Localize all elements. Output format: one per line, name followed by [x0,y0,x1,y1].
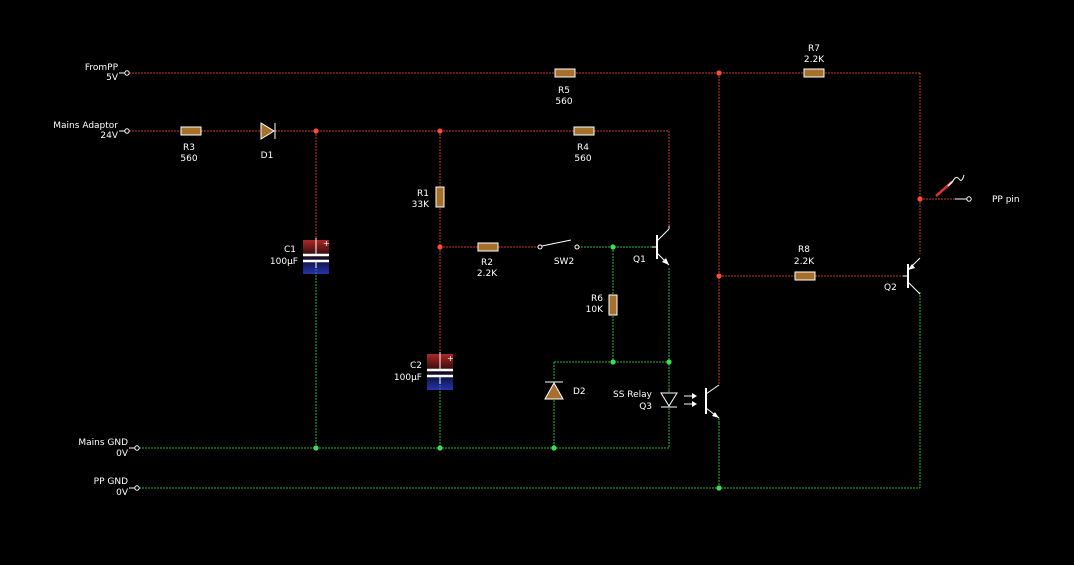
probe-icon [935,174,965,197]
terminal-mains-adaptor-pin[interactable] [124,128,130,134]
terminal-mains-gnd-name: Mains GND [78,438,128,448]
resistor-r8[interactable]: R8 2.2K [794,245,816,281]
resistor-r1-ref: R1 [417,189,429,199]
switch-sw2-ref: SW2 [554,257,574,267]
ss-relay-q3-ref: Q3 [639,402,652,412]
capacitor-c1-ref: C1 [284,245,296,255]
terminal-mains-gnd-voltage: 0V [116,449,129,459]
diode-d1[interactable]: D1 [260,122,276,161]
transistor-q1-ref: Q1 [633,255,646,265]
terminal-from-pp-name: FromPP [85,63,119,73]
diode-d2-ref: D2 [573,387,586,397]
resistor-r1[interactable]: R1 33K [412,186,445,210]
resistor-r3[interactable]: R3 560 [180,126,202,164]
transistor-q1[interactable]: Q1 [633,226,670,266]
switch-sw2[interactable]: SW2 [537,239,580,267]
resistor-r6-ref: R6 [591,294,603,304]
resistor-r2-ref: R2 [481,258,493,268]
resistor-r4[interactable]: R4 560 [573,126,595,164]
resistor-r1-value: 33K [412,200,430,210]
circuit-schematic: FromPP 5V Mains Adaptor 24V Mains GND 0V… [53,44,1020,498]
diode-d2[interactable]: D2 [544,381,586,400]
resistor-r6[interactable]: R6 10K [586,294,618,316]
capacitor-c2-ref: C2 [410,361,422,371]
capacitor-c2-value: 100µF [394,373,422,383]
wires-gnd [139,246,921,489]
resistor-r7-value: 2.2K [804,55,825,65]
resistor-r2-value: 2.2K [477,269,498,279]
resistor-r5-value: 560 [555,97,572,107]
resistor-r4-value: 560 [574,154,591,164]
terminal-pp-pin-pin[interactable] [966,196,972,202]
terminal-mains-gnd: Mains GND 0V [78,438,140,459]
terminal-pp-gnd-pin[interactable] [134,485,140,491]
resistor-r7[interactable]: R7 2.2K [803,44,825,78]
resistor-r4-ref: R4 [577,143,589,153]
terminal-pp-pin: PP pin [955,195,1020,205]
capacitor-c2-plus-icon: + [447,354,454,363]
resistor-r3-ref: R3 [183,143,195,153]
terminal-pp-gnd-voltage: 0V [116,488,129,498]
terminal-from-pp-voltage: 5V [106,73,119,83]
capacitor-c1-value: 100µF [270,257,298,267]
terminal-from-pp: FromPP 5V [85,63,130,83]
resistor-r8-value: 2.2K [794,257,815,267]
terminal-mains-adaptor-name: Mains Adaptor [53,121,118,131]
ss-relay-q3[interactable]: SS Relay Q3 [613,384,720,423]
capacitor-c2[interactable]: + C2 100µF [394,352,454,390]
resistor-r3-value: 560 [180,154,197,164]
terminal-mains-adaptor-voltage: 24V [100,131,118,141]
resistor-r5-ref: R5 [558,86,570,96]
resistor-r6-value: 10K [586,305,604,315]
terminal-from-pp-pin[interactable] [124,70,130,76]
resistor-r2[interactable]: R2 2.2K [477,242,499,279]
resistor-r7-ref: R7 [808,44,820,54]
junctions [313,70,923,491]
resistor-r8-ref: R8 [798,245,810,255]
terminal-mains-gnd-pin[interactable] [134,445,140,451]
capacitor-c1[interactable]: + C1 100µF [270,238,330,274]
ss-relay-q3-label: SS Relay [613,390,653,400]
transistor-q2-ref: Q2 [884,283,897,293]
terminal-pp-gnd: PP GND 0V [94,477,140,498]
resistor-r5[interactable]: R5 560 [554,68,576,107]
capacitor-c1-plus-icon: + [323,239,330,248]
wires-high [129,72,955,385]
terminal-pp-gnd-name: PP GND [94,477,128,487]
terminal-pp-pin-name: PP pin [992,195,1020,205]
diode-d1-ref: D1 [261,151,274,161]
terminal-mains-adaptor: Mains Adaptor 24V [53,121,130,141]
